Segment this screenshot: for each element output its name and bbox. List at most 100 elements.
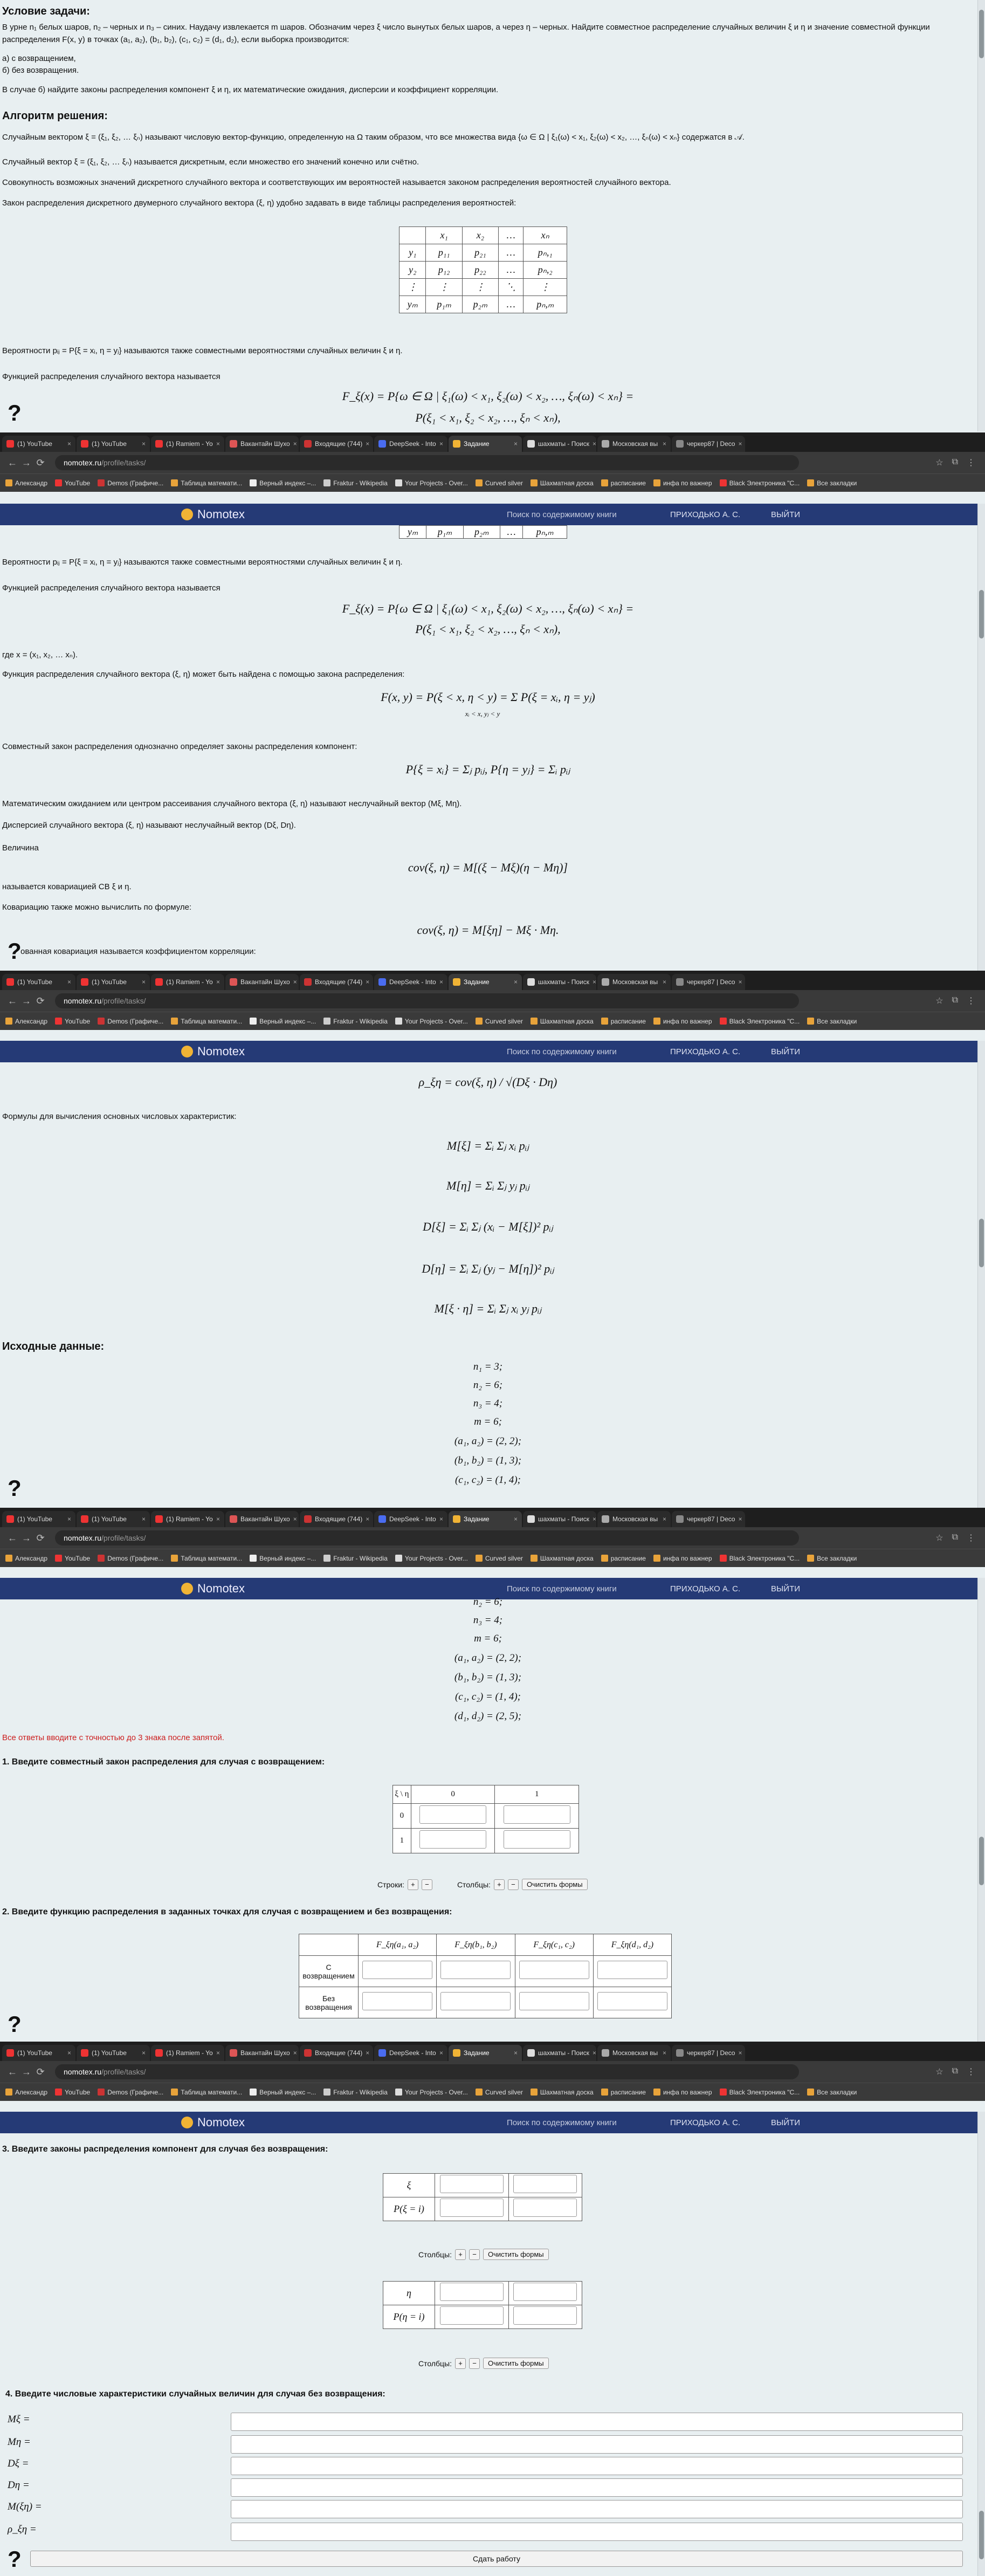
- url-field[interactable]: nomotex.ru/profile/tasks/: [55, 2064, 799, 2079]
- bookmark[interactable]: Верный индекс –...: [250, 1018, 316, 1025]
- browser-tab[interactable]: Вакантайн Шухо ×: [225, 2045, 299, 2061]
- browser-tab-active[interactable]: Задание ×: [449, 2045, 522, 2061]
- extensions-icon[interactable]: ⧉: [952, 995, 958, 1006]
- bookmark[interactable]: Шахматная доска: [530, 1018, 594, 1025]
- back-icon[interactable]: ←: [5, 995, 19, 1007]
- star-icon[interactable]: ☆: [935, 2066, 943, 2077]
- bookmark[interactable]: расписание: [601, 1555, 646, 1562]
- url-field[interactable]: nomotex.ru/profile/tasks/: [55, 1530, 799, 1545]
- browser-tab[interactable]: DeepSeek - Into ×: [374, 436, 447, 452]
- bookmark[interactable]: Your Projects - Over...: [395, 1555, 468, 1562]
- bookmark[interactable]: Шахматная доска: [530, 2089, 594, 2096]
- remove-column-button[interactable]: −: [507, 1879, 519, 1890]
- q1-input[interactable]: [503, 1830, 570, 1849]
- bookmark[interactable]: Your Projects - Over...: [395, 1018, 468, 1025]
- browser-tab[interactable]: (1) YouTube ×: [77, 2045, 150, 2061]
- bookmark[interactable]: YouTube: [55, 2089, 90, 2096]
- url-field[interactable]: nomotex.ru/profile/tasks/: [55, 993, 799, 1008]
- bookmark[interactable]: Black Электроника "С...: [719, 479, 800, 487]
- browser-tab[interactable]: (1) Ramiem - Yo ×: [151, 974, 224, 990]
- bookmark[interactable]: Fraktur - Wikipedia: [323, 1555, 388, 1562]
- browser-tab[interactable]: Вакантайн Шухо ×: [225, 1511, 299, 1527]
- bookmark[interactable]: Demos (Графиче...: [98, 479, 163, 487]
- bookmark[interactable]: расписание: [601, 2089, 646, 2096]
- url-field[interactable]: nomotex.ru/profile/tasks/: [55, 455, 799, 470]
- page-scrollbar[interactable]: [977, 1041, 985, 1508]
- logout-link[interactable]: ВЫЙТИ: [771, 1584, 800, 1593]
- remove-column-button[interactable]: −: [469, 2249, 480, 2260]
- forward-icon[interactable]: →: [19, 2066, 33, 2078]
- q4-input-m-xi[interactable]: [231, 2413, 963, 2431]
- bookmark[interactable]: Fraktur - Wikipedia: [323, 2089, 388, 2096]
- site-search-link[interactable]: Поиск по содержимому книги: [507, 1584, 617, 1593]
- q2-input[interactable]: [519, 1992, 589, 2010]
- add-column-button[interactable]: +: [455, 2358, 466, 2369]
- bookmark[interactable]: Верный индекс –...: [250, 1555, 316, 1562]
- bookmark[interactable]: Таблица математи...: [171, 1018, 242, 1025]
- user-name-link[interactable]: ПРИХОДЬКО А. С.: [670, 510, 740, 519]
- browser-tab[interactable]: Входящие (744) ×: [300, 1511, 373, 1527]
- user-name-link[interactable]: ПРИХОДЬКО А. С.: [670, 1584, 740, 1593]
- bookmark[interactable]: Black Электроника "С...: [719, 2089, 800, 2096]
- bookmark[interactable]: Demos (Графиче...: [98, 1555, 163, 1562]
- browser-tab[interactable]: (1) YouTube ×: [2, 974, 75, 990]
- star-icon[interactable]: ☆: [935, 457, 943, 468]
- bookmark[interactable]: Black Электроника "С...: [719, 1555, 800, 1562]
- browser-tab[interactable]: DeepSeek - Into ×: [374, 974, 447, 990]
- browser-tab[interactable]: DeepSeek - Into ×: [374, 1511, 447, 1527]
- star-icon[interactable]: ☆: [935, 995, 943, 1006]
- browser-tab[interactable]: Входящие (744) ×: [300, 436, 373, 452]
- bookmark[interactable]: инфа по важнер: [653, 1018, 712, 1025]
- browser-tab-active[interactable]: Задание ×: [449, 1511, 522, 1527]
- extensions-icon[interactable]: ⧉: [952, 1533, 958, 1543]
- help-icon[interactable]: ?: [8, 1475, 22, 1501]
- clear-forms-button[interactable]: Очистить формы: [483, 2358, 549, 2369]
- logout-link[interactable]: ВЫЙТИ: [771, 510, 800, 519]
- bookmark[interactable]: Александр: [5, 1555, 47, 1562]
- forward-icon[interactable]: →: [19, 1533, 33, 1544]
- q2-input[interactable]: [362, 1992, 433, 2010]
- page-scrollbar[interactable]: [977, 2112, 985, 2576]
- help-icon[interactable]: ?: [8, 938, 22, 964]
- menu-icon[interactable]: ⋮: [967, 995, 975, 1006]
- bookmark[interactable]: инфа по важнер: [653, 1555, 712, 1562]
- q2-input[interactable]: [440, 1961, 511, 1979]
- bookmark[interactable]: Demos (Графиче...: [98, 2089, 163, 2096]
- bookmark[interactable]: Your Projects - Over...: [395, 2089, 468, 2096]
- bookmark[interactable]: Curved silver: [475, 1018, 523, 1025]
- browser-tab[interactable]: Вакантайн Шухо ×: [225, 974, 299, 990]
- bookmark[interactable]: YouTube: [55, 1555, 90, 1562]
- menu-icon[interactable]: ⋮: [967, 457, 975, 468]
- bookmark[interactable]: Верный индекс –...: [250, 479, 316, 487]
- bookmark[interactable]: Таблица математи...: [171, 2089, 242, 2096]
- q2-input[interactable]: [440, 1992, 511, 2010]
- extensions-icon[interactable]: ⧉: [952, 457, 958, 468]
- back-icon[interactable]: ←: [5, 2066, 19, 2078]
- reload-icon[interactable]: ⟳: [33, 457, 47, 469]
- bookmark[interactable]: Александр: [5, 2089, 47, 2096]
- back-icon[interactable]: ←: [5, 1533, 19, 1544]
- bookmark[interactable]: YouTube: [55, 479, 90, 487]
- q3-input[interactable]: [439, 2283, 504, 2301]
- bookmark[interactable]: Верный индекс –...: [250, 2089, 316, 2096]
- site-logo[interactable]: Nomotex: [181, 1045, 245, 1059]
- logout-link[interactable]: ВЫЙТИ: [771, 1047, 800, 1056]
- browser-tab[interactable]: черкер87 | Deco ×: [672, 2045, 745, 2061]
- back-icon[interactable]: ←: [5, 457, 19, 469]
- bookmark[interactable]: Шахматная доска: [530, 1555, 594, 1562]
- bookmark[interactable]: Таблица математи...: [171, 479, 242, 487]
- site-logo[interactable]: Nomotex: [181, 507, 245, 521]
- q3-input[interactable]: [439, 2175, 504, 2193]
- q3-input[interactable]: [439, 2199, 504, 2217]
- site-logo[interactable]: Nomotex: [181, 1582, 245, 1596]
- remove-column-button[interactable]: −: [469, 2358, 480, 2369]
- clear-forms-button[interactable]: Очистить формы: [521, 1879, 588, 1890]
- browser-tab-active[interactable]: Задание ×: [449, 436, 522, 452]
- q4-input-d-eta[interactable]: [231, 2478, 963, 2497]
- bookmark[interactable]: Все закладки: [807, 2089, 857, 2096]
- add-column-button[interactable]: +: [455, 2249, 466, 2260]
- reload-icon[interactable]: ⟳: [33, 1533, 47, 1544]
- bookmark[interactable]: Александр: [5, 479, 47, 487]
- bookmark[interactable]: Curved silver: [475, 1555, 523, 1562]
- bookmark[interactable]: Шахматная доска: [530, 479, 594, 487]
